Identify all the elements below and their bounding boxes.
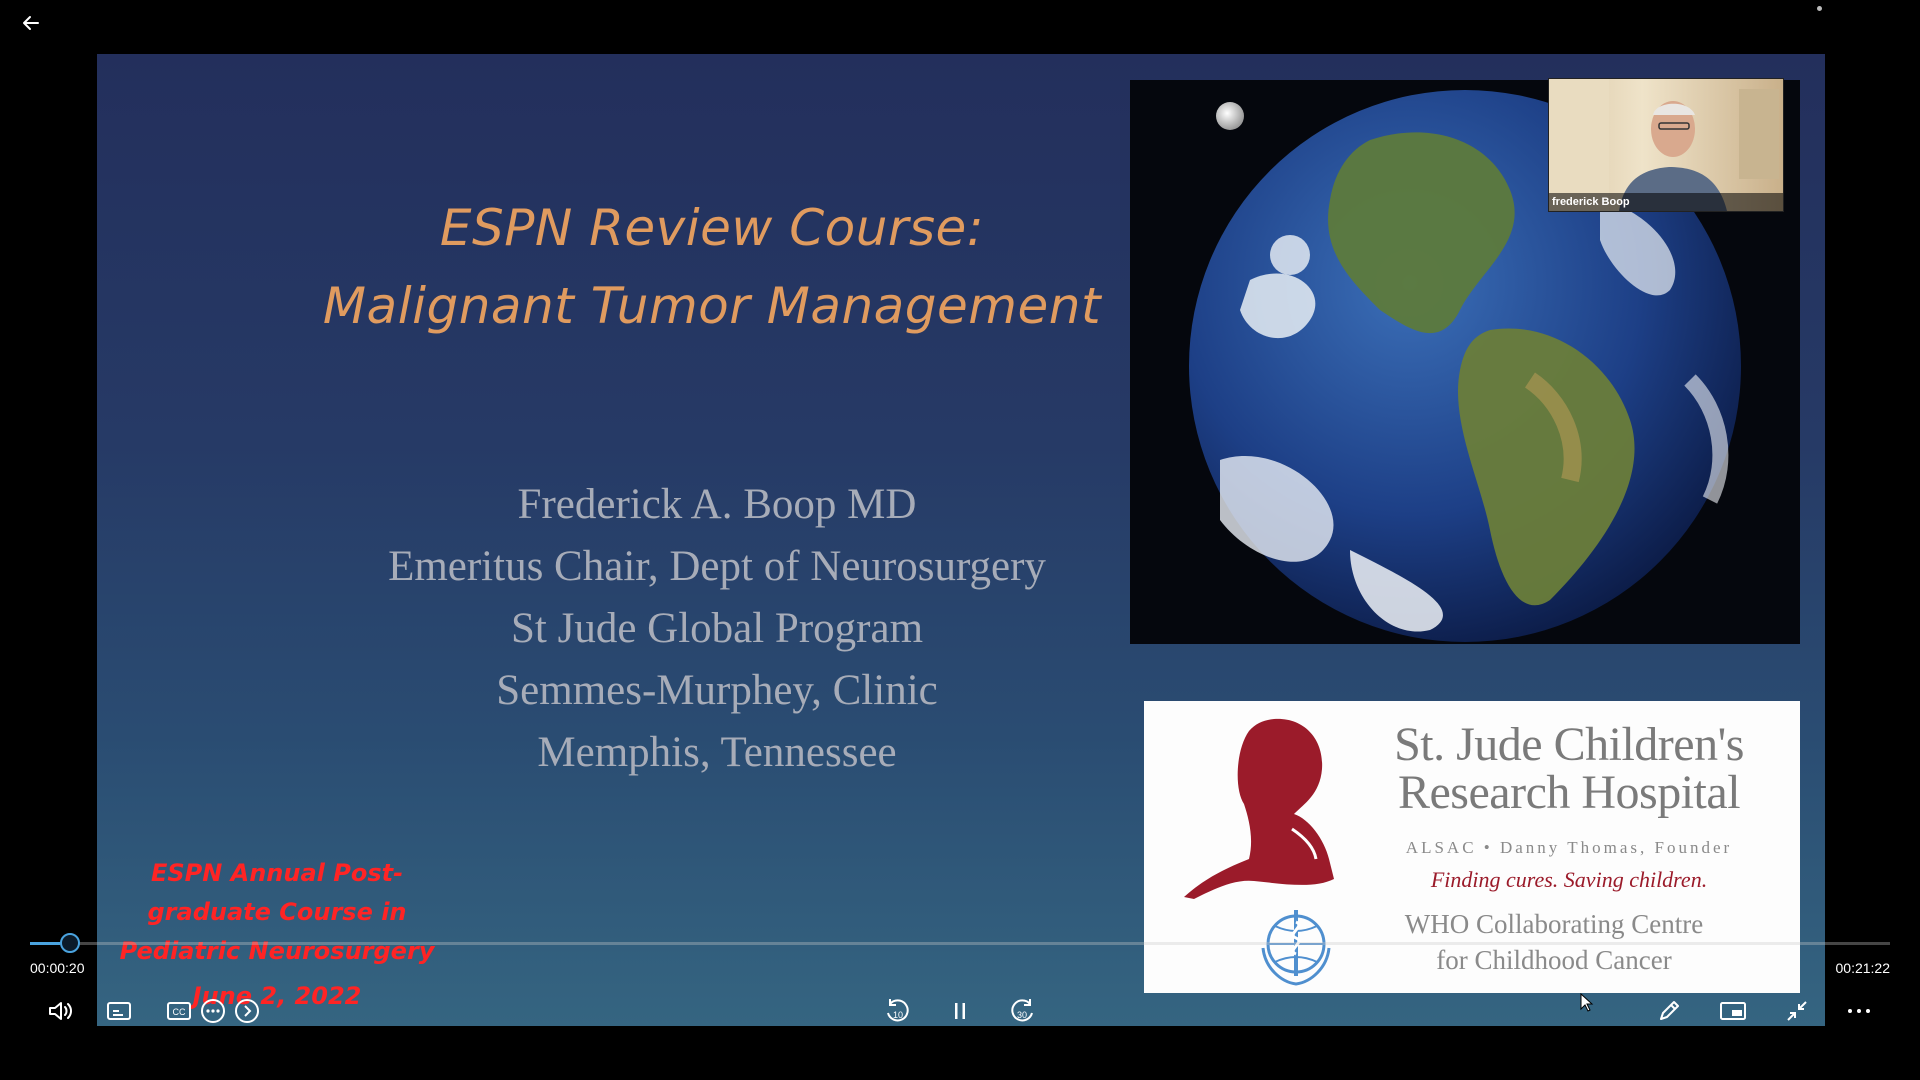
course-note-line-1: ESPN Annual Post-: [150, 859, 404, 887]
seek-bar[interactable]: [30, 942, 1890, 945]
presenter-location: Memphis, Tennessee: [537, 729, 897, 776]
course-note-line-2: graduate Course in: [147, 898, 407, 926]
who-emblem-icon: [1261, 910, 1331, 986]
alsac-line: ALSAC • Danny Thomas, Founder: [1405, 838, 1733, 857]
presenter-clinic: Semmes-Murphey, Clinic: [496, 667, 938, 714]
seek-thumb[interactable]: [60, 933, 80, 953]
status-dot: [1817, 6, 1822, 11]
pen-icon: [1660, 1001, 1679, 1020]
subtitles-button[interactable]: CC: [162, 994, 196, 1028]
svg-text:CC: CC: [173, 1007, 186, 1017]
hospital-tagline: Finding cures. Saving children.: [1430, 867, 1708, 892]
annotate-button[interactable]: [1652, 994, 1686, 1028]
forward-30-icon: 30: [1011, 999, 1033, 1022]
pause-button[interactable]: [943, 994, 977, 1028]
who-line-2: for Childhood Cancer: [1436, 945, 1672, 975]
exit-fullscreen-button[interactable]: [1780, 994, 1814, 1028]
more-options-button[interactable]: [196, 994, 230, 1028]
rewind-10-icon: 10: [887, 999, 909, 1022]
presenter-name: Frederick A. Boop MD: [517, 481, 917, 528]
mouse-cursor-icon: [1580, 993, 1594, 1012]
cc-icon: CC: [167, 1002, 191, 1020]
more-horizontal-icon: [1848, 1009, 1870, 1013]
volume-icon: [49, 1002, 72, 1020]
presenter-program: St Jude Global Program: [510, 605, 924, 652]
who-line-1: WHO Collaborating Centre: [1404, 909, 1704, 939]
presenter-video: [1549, 79, 1779, 211]
hospital-name-line-1: St. Jude Children's: [1394, 718, 1744, 771]
captions-button[interactable]: [102, 994, 136, 1028]
svg-text:30: 30: [1017, 1010, 1027, 1020]
next-button[interactable]: [230, 994, 264, 1028]
back-button[interactable]: [14, 6, 48, 40]
total-time: 00:21:22: [1835, 960, 1891, 976]
back-arrow-icon: [23, 16, 39, 30]
hospital-name: St. Jude Children's Research Hospital: [1349, 721, 1789, 817]
current-time: 00:00:20: [30, 960, 85, 976]
more-menu-button[interactable]: [1842, 994, 1876, 1028]
seek-bar-progress: [30, 942, 60, 945]
rewind-button[interactable]: 10: [880, 994, 914, 1028]
captions-icon: [107, 1002, 131, 1020]
hospital-name-line-2: Research Hospital: [1397, 766, 1741, 819]
course-note: ESPN Annual Post- graduate Course in Ped…: [117, 854, 437, 1016]
volume-button[interactable]: [44, 994, 78, 1028]
presenter-webcam: frederick Boop: [1548, 78, 1784, 212]
svg-text:10: 10: [893, 1010, 903, 1020]
exit-fullscreen-icon: [1787, 1001, 1807, 1021]
st-jude-logo: St. Jude Children's Research Hospital AL…: [1144, 701, 1800, 993]
slide-title-line-2: Malignant Tumor Management: [322, 277, 1102, 335]
webcam-name-label: frederick Boop: [1549, 193, 1783, 211]
course-note-line-3: Pediatric Neurosurgery: [119, 937, 435, 965]
presenter-title: Emeritus Chair, Dept of Neurosurgery: [388, 543, 1046, 590]
presenter-info: Frederick A. Boop MD Emeritus Chair, Dep…: [167, 474, 1267, 784]
next-icon: [235, 999, 259, 1023]
forward-button[interactable]: 30: [1006, 994, 1040, 1028]
mini-player-button[interactable]: [1716, 994, 1750, 1028]
slide-title: ESPN Review Course: Malignant Tumor Mana…: [137, 189, 1287, 345]
slide-title-line-1: ESPN Review Course:: [439, 199, 985, 257]
pause-icon: [955, 1003, 965, 1019]
more-icon: [201, 999, 225, 1023]
mini-player-icon: [1720, 1002, 1746, 1020]
